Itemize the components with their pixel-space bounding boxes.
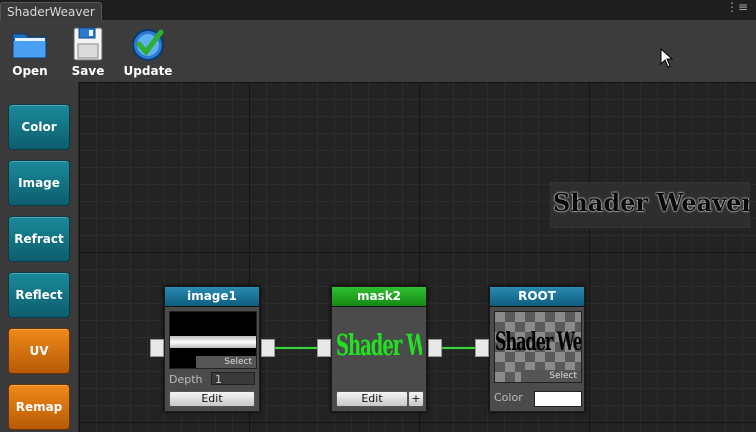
folder-icon (12, 33, 47, 59)
connection-wire (273, 347, 323, 349)
window-tab[interactable]: ShaderWeaver (0, 2, 102, 21)
open-label: Open (12, 64, 48, 78)
floppy-disk-icon (73, 27, 103, 61)
window-menu-icon[interactable]: ⋮≡ (726, 0, 748, 14)
output-port[interactable] (261, 339, 275, 357)
palette-image-button[interactable]: Image (8, 160, 70, 206)
node-preview: Select (169, 311, 257, 369)
mouse-cursor-icon (660, 48, 674, 68)
toolbar: Open Save Update (0, 20, 756, 83)
select-button[interactable]: Select (521, 370, 581, 382)
palette-color-button[interactable]: Color (8, 104, 70, 150)
select-button[interactable]: Select (196, 356, 256, 368)
color-label: Color (494, 391, 523, 404)
node-image1[interactable]: image1 Select Depth 1 Edit (164, 286, 260, 412)
edit-button[interactable]: Edit (336, 391, 408, 407)
input-port[interactable] (475, 339, 489, 357)
checkmark-icon (132, 29, 164, 61)
mask-preview-text: Shader Weaver (336, 329, 422, 363)
node-title[interactable]: image1 (165, 287, 259, 307)
depth-label: Depth (169, 373, 203, 386)
palette-uv-button[interactable]: UV (8, 328, 70, 374)
title-bar: ShaderWeaver ⋮≡ (0, 0, 756, 21)
depth-input[interactable]: 1 (211, 372, 255, 386)
node-palette: Color Image Refract Reflect UV Remap (0, 82, 79, 432)
update-button[interactable]: Update (118, 24, 178, 80)
palette-remap-button[interactable]: Remap (8, 384, 70, 430)
palette-reflect-button[interactable]: Reflect (8, 272, 70, 318)
update-label: Update (123, 64, 173, 78)
color-swatch[interactable] (534, 391, 582, 407)
save-button[interactable]: Save (58, 24, 118, 80)
input-port[interactable] (317, 339, 331, 357)
add-button[interactable]: + (408, 391, 424, 407)
open-button[interactable]: Open (0, 24, 60, 80)
edit-button[interactable]: Edit (169, 391, 255, 407)
logo-watermark: Shader Weaver (550, 182, 750, 228)
node-root[interactable]: ROOT Shader Weaver Select Color (489, 286, 585, 412)
palette-refract-button[interactable]: Refract (8, 216, 70, 262)
save-label: Save (71, 64, 105, 78)
gradient-bar (170, 336, 256, 348)
root-preview: Shader Weaver Select (494, 311, 582, 383)
connection-wire (440, 347, 480, 349)
node-mask2[interactable]: mask2 Shader Weaver Edit + (331, 286, 427, 412)
output-port[interactable] (428, 339, 442, 357)
node-title[interactable]: ROOT (490, 287, 584, 307)
input-port[interactable] (150, 339, 164, 357)
